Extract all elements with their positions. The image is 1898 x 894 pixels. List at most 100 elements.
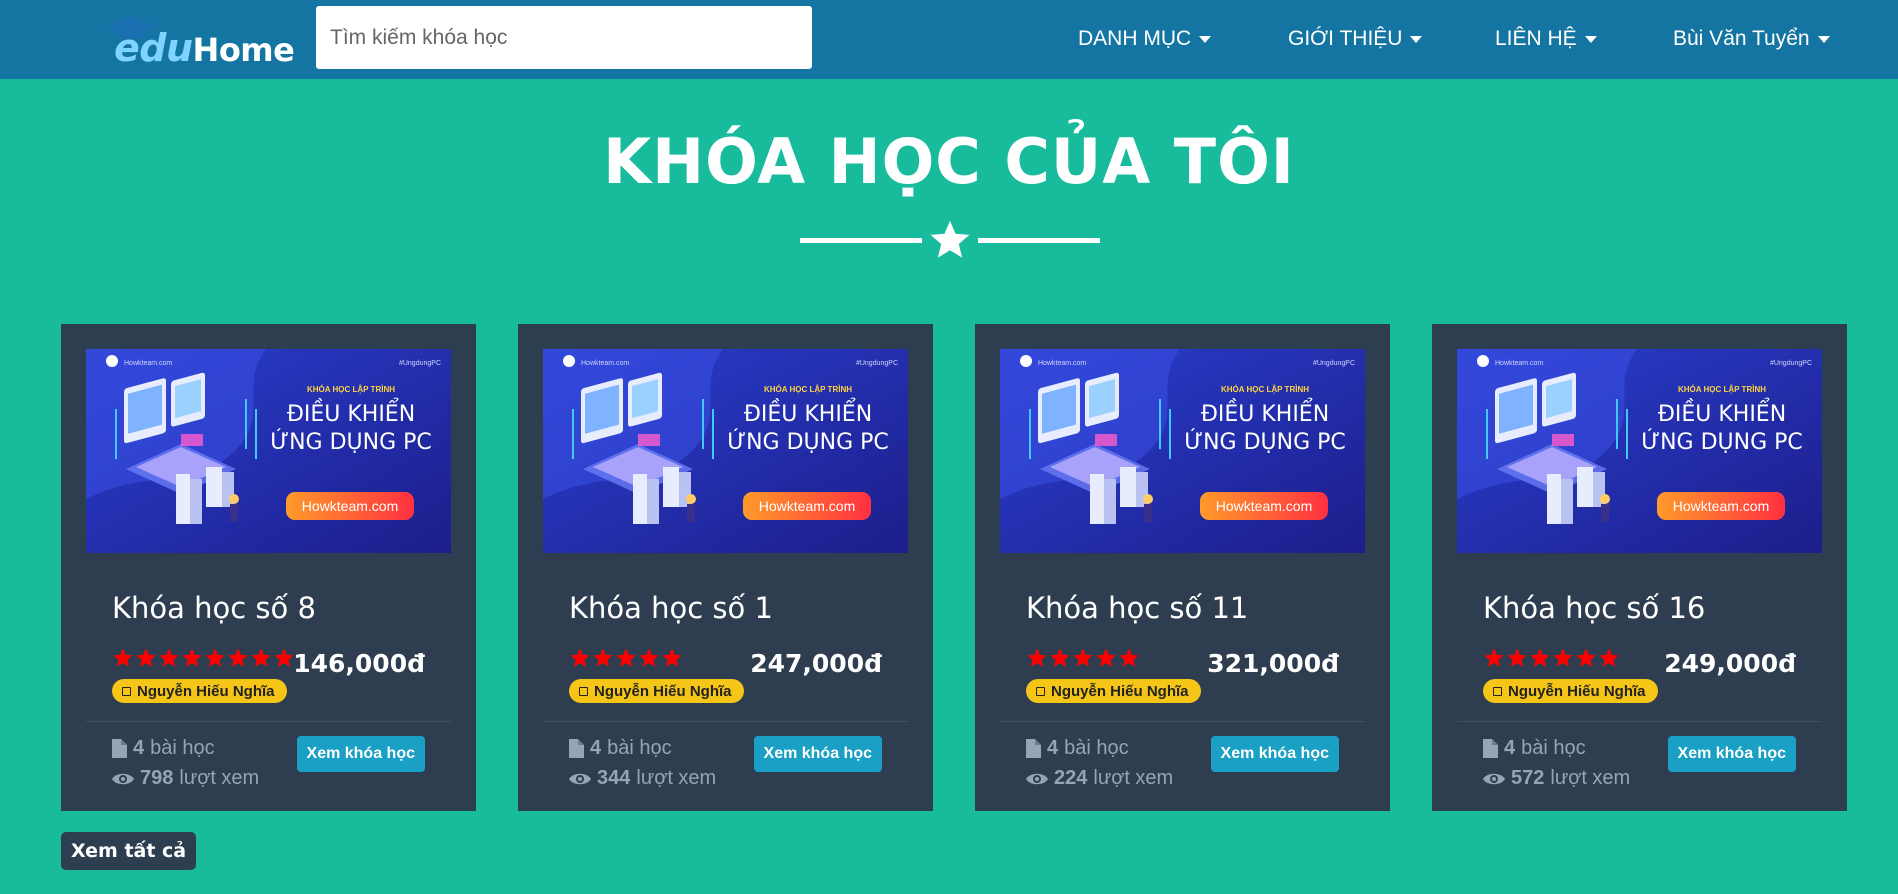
star-icon [1484,648,1504,667]
star-icon [1027,648,1047,667]
nav-gioi-thieu[interactable]: GIỚI THIỆU [1288,24,1423,54]
course-thumbnail[interactable]: Howkteam.com #UngdungPC KHÓA HỌC LẬP TRÌ… [543,349,908,553]
author-badge[interactable]: Nguyễn Hiếu Nghĩa [569,679,744,703]
star-icon [1050,648,1070,667]
author-name: Nguyễn Hiếu Nghĩa [1051,682,1189,700]
svg-text:ỨNG DỤNG PC: ỨNG DỤNG PC [727,429,889,455]
user-tag-icon [1493,686,1502,696]
author-badge[interactable]: Nguyễn Hiếu Nghĩa [1483,679,1658,703]
course-title[interactable]: Khóa học số 1 [569,591,773,625]
view-course-button[interactable]: Xem khóa học [1667,736,1796,772]
lesson-count-value: 4 [1504,737,1516,759]
course-card: Howkteam.com #UngdungPC KHÓA HỌC LẬP TRÌ… [1432,324,1847,811]
caret-down-icon [1584,35,1597,43]
course-title[interactable]: Khóa học số 16 [1483,591,1705,625]
eye-icon [569,773,591,784]
svg-text:Howkteam.com: Howkteam.com [124,360,172,367]
user-tag-icon [122,686,131,696]
course-card: Howkteam.com #UngdungPC KHÓA HỌC LẬP TRÌ… [518,324,933,811]
nav-lien-he[interactable]: LIÊN HỆ [1495,24,1597,54]
eye-icon [1026,773,1048,784]
svg-text:#UngdungPC: #UngdungPC [1313,360,1355,367]
view-count: 224 lượt xem [1026,767,1173,790]
lesson-count-label: bài học [1521,737,1586,759]
lesson-count: 4 bài học [569,737,672,760]
logo-suffix: Home [192,31,295,69]
eye-icon [1483,773,1505,784]
star-icon [639,648,659,667]
svg-text:ĐIỀU KHIỂN: ĐIỀU KHIỂN [1658,399,1786,427]
nav-danh-muc[interactable]: DANH MỤC [1078,24,1212,54]
author-name: Nguyễn Hiếu Nghĩa [594,682,732,700]
author-badge[interactable]: Nguyễn Hiếu Nghĩa [112,679,287,703]
course-title[interactable]: Khóa học số 8 [112,591,316,625]
view-all-button[interactable]: Xem tất cả [61,832,197,870]
nav-label: DANH MỤC [1078,27,1192,50]
file-icon [569,739,584,758]
title-divider [800,218,1100,262]
star-icon [570,648,590,667]
user-tag-icon [1036,686,1045,696]
search-input[interactable] [316,6,812,69]
logo-prefix: edu [114,26,193,70]
nav-label: LIÊN HỆ [1495,27,1577,50]
svg-text:KHÓA HỌC LẬP TRÌNH: KHÓA HỌC LẬP TRÌNH [307,385,395,394]
course-card-body: Howkteam.com #UngdungPC KHÓA HỌC LẬP TRÌ… [543,349,908,789]
star-icon [662,648,682,667]
caret-down-icon [1817,35,1830,43]
star-icon [1073,648,1093,667]
svg-text:Howkteam.com: Howkteam.com [1038,360,1086,367]
star-icon [930,220,970,258]
course-thumbnail[interactable]: Howkteam.com #UngdungPC KHÓA HỌC LẬP TRÌ… [86,349,451,553]
view-count-value: 224 [1054,767,1088,789]
view-course-button[interactable]: Xem khóa học [753,736,882,772]
svg-text:Howkteam.com: Howkteam.com [302,498,398,514]
star-icon [1553,648,1573,667]
star-icon [1530,648,1550,667]
course-price: 146,000đ [293,649,425,678]
lesson-count: 4 bài học [112,737,215,760]
card-divider [543,721,908,722]
nav-user-menu[interactable]: Bùi Văn Tuyển [1673,24,1830,54]
svg-text:ỨNG DỤNG PC: ỨNG DỤNG PC [270,429,432,455]
svg-text:KHÓA HỌC LẬP TRÌNH: KHÓA HỌC LẬP TRÌNH [1221,385,1309,394]
divider-line [978,238,1100,243]
view-count-label: lượt xem [636,767,717,789]
file-icon [1026,739,1041,758]
course-card-body: Howkteam.com #UngdungPC KHÓA HỌC LẬP TRÌ… [1000,349,1365,789]
svg-text:KHÓA HỌC LẬP TRÌNH: KHÓA HỌC LẬP TRÌNH [1678,385,1766,394]
course-thumbnail[interactable]: Howkteam.com #UngdungPC KHÓA HỌC LẬP TRÌ… [1000,349,1365,553]
author-name: Nguyễn Hiếu Nghĩa [137,682,275,700]
rating-stars [569,647,683,669]
rating-stars [1026,647,1140,669]
card-divider [1000,721,1365,722]
course-title[interactable]: Khóa học số 11 [1026,591,1248,625]
course-thumbnail[interactable]: Howkteam.com #UngdungPC KHÓA HỌC LẬP TRÌ… [1457,349,1822,553]
eye-icon [112,773,134,784]
rating-stars [1483,647,1620,669]
card-divider [86,721,451,722]
svg-text:KHÓA HỌC LẬP TRÌNH: KHÓA HỌC LẬP TRÌNH [764,385,852,394]
svg-text:#UngdungPC: #UngdungPC [1770,360,1812,367]
author-name: Nguyễn Hiếu Nghĩa [1508,682,1646,700]
navbar: eduHome DANH MỤC GIỚI THIỆU LIÊN HỆ Bùi … [0,0,1898,79]
view-count: 572 lượt xem [1483,767,1630,790]
view-course-button[interactable]: Xem khóa học [1210,736,1339,772]
star-icon [113,648,133,667]
logo[interactable]: eduHome [104,14,295,70]
view-count: 344 lượt xem [569,767,716,790]
svg-text:ỨNG DỤNG PC: ỨNG DỤNG PC [1184,429,1346,455]
nav-label: GIỚI THIỆU [1288,27,1403,50]
course-card: Howkteam.com #UngdungPC KHÓA HỌC LẬP TRÌ… [61,324,476,811]
file-icon [1483,739,1498,758]
lesson-count-value: 4 [590,737,602,759]
star-icon [616,648,636,667]
author-badge[interactable]: Nguyễn Hiếu Nghĩa [1026,679,1201,703]
divider-line [800,238,922,243]
view-count: 798 lượt xem [112,767,259,790]
lesson-count-label: bài học [607,737,672,759]
star-icon [274,648,294,667]
view-course-button[interactable]: Xem khóa học [296,736,425,772]
star-icon [1096,648,1116,667]
star-icon [593,648,613,667]
